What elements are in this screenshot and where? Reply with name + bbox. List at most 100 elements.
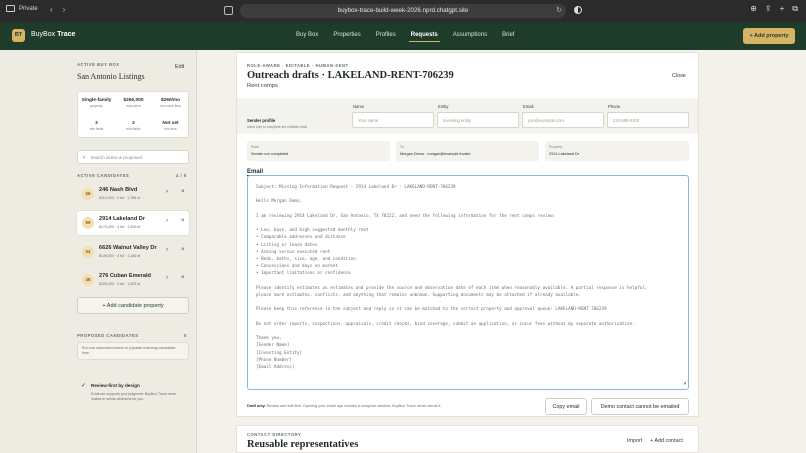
stat-value: 2 bbox=[132, 121, 135, 126]
remove-icon[interactable]: × bbox=[181, 218, 185, 224]
edit-buybox-button[interactable]: Edit bbox=[175, 64, 184, 70]
email-body-textarea[interactable]: Subject: Missing Information Request - 2… bbox=[247, 175, 689, 390]
stat-cash-flow: $260/mo min cash flow bbox=[152, 98, 189, 108]
contact-directory-label: CONTACT DIRECTORY bbox=[247, 432, 302, 437]
sidebar-toggle-icon bbox=[6, 5, 15, 12]
proposed-candidates-label: PROPOSED CANDIDATES bbox=[77, 333, 139, 338]
panel-eyebrow: ROLE-AWARE · EDITABLE · HUMAN-SENT bbox=[247, 63, 349, 68]
demo-contact-button[interactable]: Demo contact cannot be emailed bbox=[591, 398, 689, 415]
draft-note-text: Review and edit first. Opening your emai… bbox=[265, 404, 442, 408]
back-icon[interactable]: ‹ bbox=[50, 5, 53, 14]
tab-profiles[interactable]: Profiles bbox=[376, 32, 396, 38]
tab-requests[interactable]: Requests bbox=[408, 32, 440, 42]
candidate-name: 2914 Lakeland Dr bbox=[99, 216, 146, 222]
remove-icon[interactable]: × bbox=[181, 247, 185, 253]
check-icon: ✓ bbox=[81, 383, 87, 389]
proposed-count: 0 bbox=[184, 333, 187, 338]
app-header: BT BuyBox Trace Buy Box Properties Profi… bbox=[0, 22, 806, 50]
new-tab-icon[interactable]: + bbox=[780, 4, 785, 14]
candidate-meta: $175,000 · 4 bd · 1,500 sf bbox=[99, 225, 141, 229]
stat-value: $260,000 bbox=[123, 98, 144, 103]
candidate-item-selected[interactable]: 59 2914 Lakeland Dr $175,000 · 4 bd · 1,… bbox=[77, 211, 189, 235]
chevron-right-icon[interactable]: › bbox=[166, 218, 168, 224]
add-candidate-button[interactable]: + Add candidate property bbox=[77, 297, 189, 314]
candidate-name: 6626 Walnut Valley Dr bbox=[99, 245, 157, 251]
sender-profile-desc: Used only to complete the editable draft… bbox=[247, 125, 308, 129]
chevron-right-icon[interactable]: › bbox=[166, 247, 168, 253]
score-badge: 54 bbox=[82, 246, 94, 258]
tab-brief[interactable]: Brief bbox=[502, 32, 514, 38]
tab-assumptions[interactable]: Assumptions bbox=[453, 32, 487, 38]
reader-icon[interactable] bbox=[224, 6, 233, 15]
proposed-empty-note: Run one authorized search to populate ma… bbox=[77, 342, 189, 360]
tab-properties[interactable]: Properties bbox=[333, 32, 360, 38]
entity-field[interactable]: Investing entity bbox=[437, 112, 519, 128]
property-box: Property 2914 Lakeland Dr bbox=[545, 141, 689, 161]
forward-icon[interactable]: › bbox=[63, 5, 66, 14]
reload-icon[interactable]: ↻ bbox=[556, 4, 562, 18]
main-nav: Buy Box Properties Profiles Requests Ass… bbox=[296, 32, 514, 42]
chevron-right-icon[interactable]: › bbox=[166, 275, 168, 281]
tab-overview-icon[interactable]: ⧉ bbox=[792, 4, 798, 14]
privacy-shield-icon[interactable] bbox=[574, 6, 582, 14]
stat-max-price: $260,000 max price bbox=[115, 98, 152, 108]
download-icon[interactable]: ⊕ bbox=[750, 4, 757, 14]
active-buybox-label: ACTIVE BUY BOX bbox=[77, 62, 120, 67]
property-key: Property bbox=[549, 145, 563, 149]
search-placeholder: Search active & proposed bbox=[90, 155, 143, 160]
import-button[interactable]: Import bbox=[627, 438, 642, 444]
address-bar[interactable]: buybox-trace-build-week-2026.nprd.chatgp… bbox=[240, 4, 566, 18]
brand-part-2: Trace bbox=[57, 31, 76, 38]
email-field[interactable]: you@example.com bbox=[522, 112, 604, 128]
review-description: Evidence supports your judgment. BuyBox … bbox=[91, 392, 177, 401]
entity-label: Entity bbox=[438, 104, 449, 109]
chevron-right-icon[interactable]: › bbox=[166, 189, 168, 195]
share-icon[interactable]: ⇪ bbox=[765, 4, 772, 14]
stat-property: Single-family property bbox=[78, 98, 115, 108]
from-value: Sender not completed bbox=[251, 152, 289, 156]
score-badge: 48 bbox=[82, 274, 94, 286]
to-value: Morgan Demo · morgan@example.invalid bbox=[400, 152, 471, 156]
add-contact-button[interactable]: + Add contact bbox=[650, 438, 683, 444]
brand-name: BuyBox Trace bbox=[31, 31, 75, 38]
logo: BT bbox=[12, 29, 25, 42]
stat-value: 3 bbox=[95, 121, 98, 126]
candidate-item[interactable]: 56 246 Nash Blvd $110,000 · 3 bd · 1,766… bbox=[77, 182, 189, 206]
private-indicator[interactable]: Private bbox=[6, 5, 38, 12]
brand-part-1: BuyBox bbox=[31, 31, 56, 38]
remove-icon[interactable]: × bbox=[181, 275, 185, 281]
page-title: Outreach drafts · LAKELAND-RENT-706239 bbox=[247, 70, 454, 81]
active-candidates-count: 4 / 5 bbox=[176, 173, 187, 178]
stat-value: Single-family bbox=[81, 98, 112, 103]
stat-key: max price bbox=[126, 104, 141, 108]
stat-key: property bbox=[90, 104, 103, 108]
copy-email-button[interactable]: Copy email bbox=[545, 398, 587, 415]
resize-handle-icon[interactable]: ◢ bbox=[683, 380, 686, 387]
buybox-title: San Antonio Listings bbox=[77, 72, 145, 81]
candidate-name: 276 Cuban Emerald bbox=[99, 273, 151, 279]
sender-profile-title: Sender profile bbox=[247, 118, 276, 123]
to-key: To bbox=[400, 145, 404, 149]
stat-key: min baths bbox=[126, 127, 141, 131]
private-label: Private bbox=[19, 5, 38, 12]
url-text: buybox-trace-build-week-2026.nprd.chatgp… bbox=[337, 7, 469, 14]
draft-note: Draft only. Review and edit first. Openi… bbox=[247, 404, 442, 408]
candidate-search-input[interactable]: # Search active & proposed bbox=[77, 150, 189, 164]
tab-buy-box[interactable]: Buy Box bbox=[296, 32, 318, 38]
candidate-item[interactable]: 54 6626 Walnut Valley Dr $149,000 · 4 bd… bbox=[77, 240, 189, 264]
browser-toolbar: Private ‹ › buybox-trace-build-week-2026… bbox=[0, 0, 806, 22]
stat-key: min cash flow bbox=[160, 104, 181, 108]
email-body-text: Subject: Missing Information Request - 2… bbox=[256, 185, 648, 371]
score-badge: 56 bbox=[82, 188, 94, 200]
review-first-note: ✓ Review-first by design Evidence suppor… bbox=[77, 378, 189, 410]
remove-icon[interactable]: × bbox=[181, 189, 185, 195]
phone-label: Phone bbox=[608, 104, 621, 109]
draft-note-bold: Draft only. bbox=[247, 404, 266, 408]
phone-field[interactable]: 210-555-0100 bbox=[607, 112, 689, 128]
add-property-button[interactable]: + Add property bbox=[743, 28, 795, 44]
close-button[interactable]: Close bbox=[672, 73, 686, 79]
name-field[interactable]: Your name bbox=[352, 112, 434, 128]
stat-size: Not set min size bbox=[152, 121, 189, 131]
candidate-item[interactable]: 48 276 Cuban Emerald $229,000 · 3 bd · 1… bbox=[77, 268, 189, 292]
candidate-name: 246 Nash Blvd bbox=[99, 187, 138, 193]
